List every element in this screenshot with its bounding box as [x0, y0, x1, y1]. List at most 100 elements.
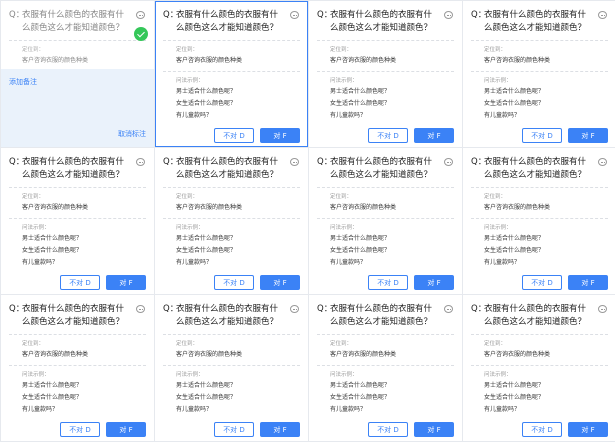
- reject-button[interactable]: 不对 D: [214, 422, 254, 437]
- example-item: 男士适合什么颜色呢？: [176, 235, 237, 242]
- reject-button[interactable]: 不对 D: [368, 128, 408, 143]
- divider: [471, 71, 608, 72]
- accept-button[interactable]: 对 F: [414, 128, 454, 143]
- example-item: 男士适合什么颜色呢？: [330, 382, 391, 389]
- chat-bubble-icon[interactable]: [136, 305, 145, 313]
- qa-card[interactable]: Q： 衣服有什么颜色的衣服有什么颜色这么才能知道颜色？ 定位到： 客户咨询衣服的…: [309, 295, 462, 441]
- example-item: 女生适合什么颜色呢？: [176, 100, 237, 107]
- example-item: 男士适合什么颜色呢？: [330, 88, 391, 95]
- reject-button[interactable]: 不对 D: [368, 275, 408, 290]
- accept-button[interactable]: 对 F: [260, 275, 300, 290]
- chat-bubble-icon[interactable]: [136, 158, 145, 166]
- qa-card[interactable]: Q： 衣服有什么颜色的衣服有什么颜色这么才能知道颜色？ 定位到： 客户咨询衣服的…: [155, 148, 308, 294]
- qa-card[interactable]: Q： 衣服有什么颜色的衣服有什么颜色这么才能知道颜色？ 定位到： 客户咨询衣服的…: [1, 295, 154, 441]
- example-label: 问法示例：: [330, 372, 358, 378]
- qa-card[interactable]: Q： 衣服有什么颜色的衣服有什么颜色这么才能知道颜色？ 定位到： 客户咨询衣服的…: [155, 295, 308, 441]
- button-group: 不对 D 对 F: [368, 128, 454, 143]
- position-value: 客户咨询衣服的颜色种类: [484, 351, 551, 358]
- chat-bubble-icon[interactable]: [290, 11, 299, 19]
- accept-button[interactable]: 对 F: [414, 275, 454, 290]
- accept-button[interactable]: 对 F: [568, 128, 608, 143]
- question-text: 衣服有什么颜色的衣服有什么颜色这么才能知道颜色？: [22, 10, 125, 33]
- divider: [471, 334, 608, 335]
- accept-button[interactable]: 对 F: [106, 275, 146, 290]
- reject-button[interactable]: 不对 D: [214, 128, 254, 143]
- position-value: 客户咨询衣服的颜色种类: [330, 204, 397, 211]
- chat-bubble-icon[interactable]: [444, 11, 453, 19]
- reject-button[interactable]: 不对 D: [522, 128, 562, 143]
- example-item: 女生适合什么颜色呢？: [176, 247, 237, 254]
- question-row: Q： 衣服有什么颜色的衣服有什么颜色这么才能知道颜色？: [471, 156, 608, 182]
- chat-bubble-icon[interactable]: [290, 158, 299, 166]
- button-group: 不对 D 对 F: [214, 422, 300, 437]
- chat-bubble-icon[interactable]: [290, 305, 299, 313]
- chat-bubble-icon[interactable]: [444, 158, 453, 166]
- divider: [471, 40, 608, 41]
- reject-button[interactable]: 不对 D: [368, 422, 408, 437]
- question-text: 衣服有什么颜色的衣服有什么颜色这么才能知道颜色？: [176, 304, 279, 327]
- qa-card[interactable]: Q： 衣服有什么颜色的衣服有什么颜色这么才能知道颜色？ 定位到： 客户咨询衣服的…: [463, 295, 615, 441]
- example-item: 女生适合什么颜色呢？: [484, 247, 545, 254]
- reject-button[interactable]: 不对 D: [60, 275, 100, 290]
- annotated-card[interactable]: Q： 衣服有什么颜色的衣服有什么颜色这么才能知道颜色？ 定位到： 客户咨询衣服的…: [1, 1, 154, 147]
- cancel-mark-link[interactable]: 取消标注: [118, 129, 146, 139]
- reject-button[interactable]: 不对 D: [60, 422, 100, 437]
- qa-card[interactable]: Q： 衣服有什么颜色的衣服有什么颜色这么才能知道颜色？ 定位到： 客户咨询衣服的…: [1, 148, 154, 294]
- example-label: 问法示例：: [176, 372, 204, 378]
- accept-button[interactable]: 对 F: [106, 422, 146, 437]
- example-item: 有儿童款吗？: [330, 406, 367, 413]
- chat-bubble-icon[interactable]: [598, 11, 607, 19]
- divider: [471, 218, 608, 219]
- add-note-link[interactable]: 添加备注: [1, 69, 154, 87]
- qa-card[interactable]: Q： 衣服有什么颜色的衣服有什么颜色这么才能知道颜色？ 定位到： 客户咨询衣服的…: [309, 1, 462, 147]
- question-row: Q： 衣服有什么颜色的衣服有什么颜色这么才能知道颜色？: [471, 303, 608, 329]
- question-text: 衣服有什么颜色的衣服有什么颜色这么才能知道颜色？: [484, 304, 587, 327]
- question-text: 衣服有什么颜色的衣服有什么颜色这么才能知道颜色？: [176, 10, 279, 33]
- divider: [9, 40, 146, 41]
- chat-bubble-icon[interactable]: [598, 305, 607, 313]
- qa-card-selected[interactable]: Q： 衣服有什么颜色的衣服有什么颜色这么才能知道颜色？ 定位到： 客户咨询衣服的…: [155, 1, 308, 147]
- chat-bubble-icon[interactable]: [136, 11, 145, 19]
- reject-button[interactable]: 不对 D: [522, 275, 562, 290]
- reject-button[interactable]: 不对 D: [214, 275, 254, 290]
- button-group: 不对 D 对 F: [214, 275, 300, 290]
- example-item: 有儿童款吗？: [484, 406, 521, 413]
- question-text: 衣服有什么颜色的衣服有什么颜色这么才能知道颜色？: [330, 157, 433, 180]
- qa-card[interactable]: Q： 衣服有什么颜色的衣服有什么颜色这么才能知道颜色？ 定位到： 客户咨询衣服的…: [463, 1, 615, 147]
- example-item: 女生适合什么颜色呢？: [484, 394, 545, 401]
- qa-card[interactable]: Q： 衣服有什么颜色的衣服有什么颜色这么才能知道颜色？ 定位到： 客户咨询衣服的…: [463, 148, 615, 294]
- chat-bubble-icon[interactable]: [444, 305, 453, 313]
- annotated-card-header: Q： 衣服有什么颜色的衣服有什么颜色这么才能知道颜色？ 定位到： 客户咨询衣服的…: [1, 1, 154, 69]
- divider: [317, 334, 454, 335]
- accept-button[interactable]: 对 F: [260, 128, 300, 143]
- example-item: 有儿童款吗？: [484, 112, 521, 119]
- chat-bubble-icon[interactable]: [598, 158, 607, 166]
- question-text: 衣服有什么颜色的衣服有什么颜色这么才能知道颜色？: [22, 157, 125, 180]
- divider: [471, 365, 608, 366]
- example-item: 有儿童款吗？: [330, 112, 367, 119]
- question-prefix: Q：: [317, 304, 333, 314]
- example-label: 问法示例：: [22, 225, 50, 231]
- position-value: 客户咨询衣服的颜色种类: [176, 351, 243, 358]
- question-row: Q： 衣服有什么颜色的衣服有什么颜色这么才能知道颜色？: [163, 303, 300, 329]
- accept-button[interactable]: 对 F: [414, 422, 454, 437]
- question-prefix: Q：: [471, 10, 487, 20]
- example-item: 男士适合什么颜色呢？: [176, 382, 237, 389]
- accept-button[interactable]: 对 F: [260, 422, 300, 437]
- example-item: 女生适合什么颜色呢？: [330, 394, 391, 401]
- question-row: Q： 衣服有什么颜色的衣服有什么颜色这么才能知道颜色？: [9, 9, 146, 35]
- divider: [163, 40, 300, 41]
- position-label: 定位到：: [22, 194, 45, 200]
- reject-button[interactable]: 不对 D: [522, 422, 562, 437]
- accept-button[interactable]: 对 F: [568, 275, 608, 290]
- qa-card[interactable]: Q： 衣服有什么颜色的衣服有什么颜色这么才能知道颜色？ 定位到： 客户咨询衣服的…: [309, 148, 462, 294]
- example-item: 男士适合什么颜色呢？: [330, 235, 391, 242]
- position-label: 定位到：: [176, 194, 199, 200]
- question-prefix: Q：: [9, 304, 25, 314]
- accept-button[interactable]: 对 F: [568, 422, 608, 437]
- example-item: 有儿童款吗？: [22, 259, 59, 266]
- divider: [317, 71, 454, 72]
- example-label: 问法示例：: [176, 225, 204, 231]
- question-row: Q： 衣服有什么颜色的衣服有什么颜色这么才能知道颜色？: [317, 9, 454, 35]
- question-prefix: Q：: [471, 157, 487, 167]
